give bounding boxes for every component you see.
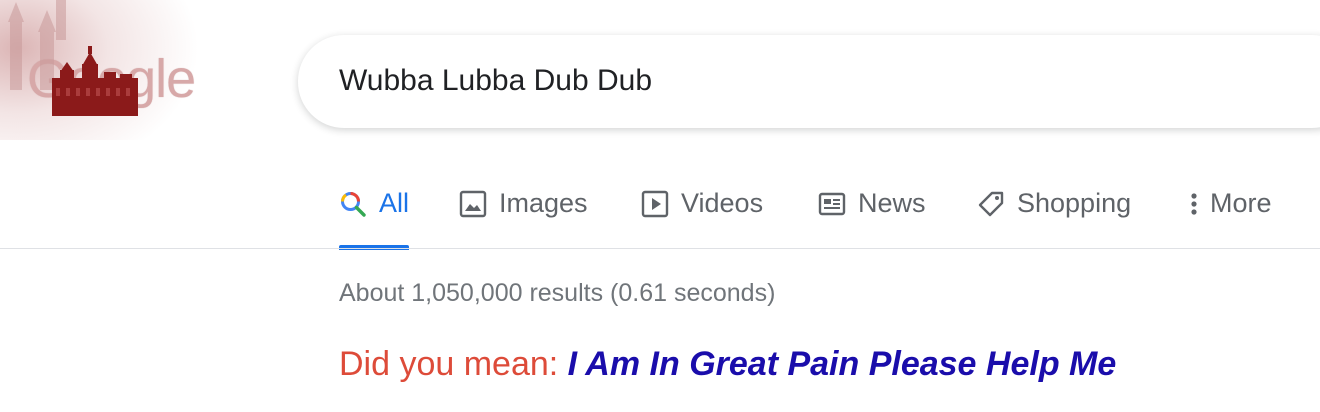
play-icon (641, 190, 669, 218)
tab-videos[interactable]: Videos (641, 178, 763, 250)
tab-all-label: All (379, 188, 410, 218)
tab-news[interactable]: News (818, 178, 926, 250)
news-icon (818, 192, 846, 216)
google-doodle-logo[interactable]: Google (0, 0, 230, 140)
tab-all[interactable]: All (339, 178, 410, 250)
tab-images-label: Images (499, 188, 588, 218)
tag-icon (978, 191, 1004, 217)
search-icon (341, 192, 366, 217)
tab-more[interactable]: More (1184, 178, 1272, 250)
more-vert-icon (1191, 193, 1197, 215)
did-you-mean: Did you mean: I Am In Great Pain Please … (339, 345, 1116, 384)
castle-doodle-icon (8, 0, 138, 116)
did-you-mean-suggestion-link[interactable]: I Am In Great Pain Please Help Me (568, 345, 1117, 383)
tab-images[interactable]: Images (459, 178, 588, 250)
tab-news-label: News (858, 188, 926, 218)
search-box[interactable] (298, 35, 1320, 128)
tab-shopping-label: Shopping (1017, 188, 1132, 218)
tab-videos-label: Videos (681, 188, 764, 218)
did-you-mean-label: Did you mean: (339, 345, 568, 383)
tabs-divider (0, 248, 1320, 249)
search-input[interactable] (339, 61, 1239, 101)
image-icon (459, 190, 487, 218)
result-stats: About 1,050,000 results (0.61 seconds) (339, 279, 776, 307)
tab-more-label: More (1210, 188, 1272, 218)
search-tabs: All Images Videos News Shopping More (0, 178, 1320, 250)
tab-shopping[interactable]: Shopping (977, 178, 1131, 250)
search-results-page: Google (0, 0, 1320, 412)
